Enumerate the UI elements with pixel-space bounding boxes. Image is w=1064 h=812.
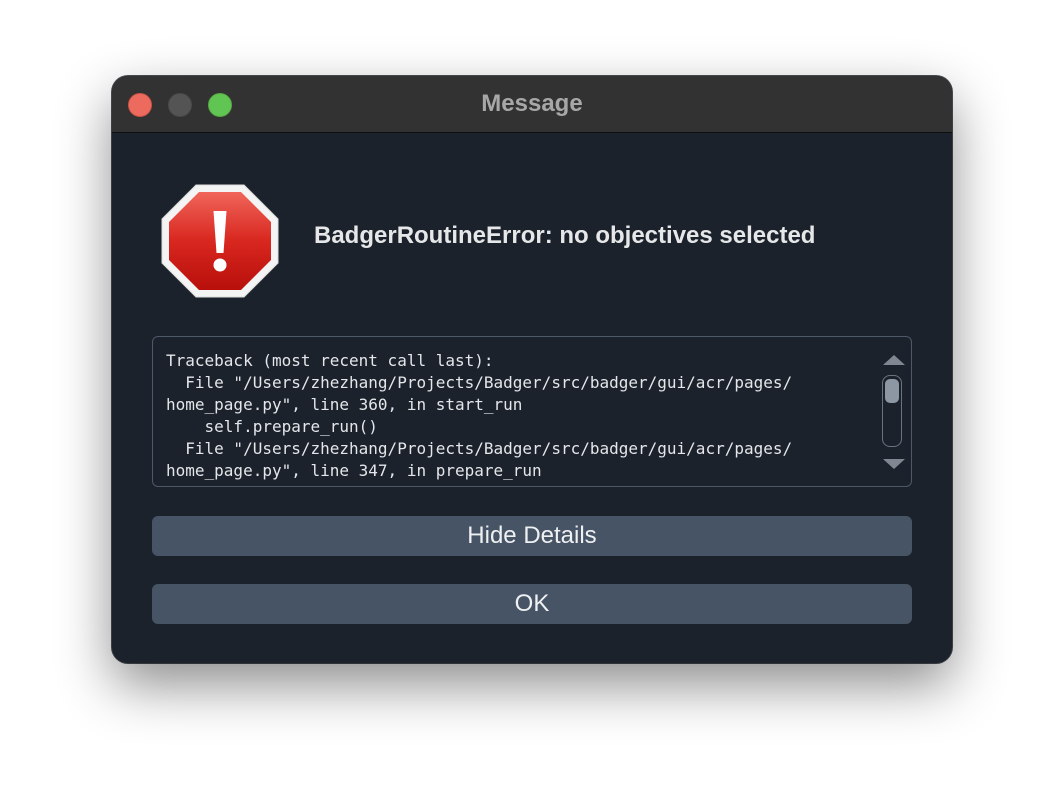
message-dialog: Message BadgerRoutineError: no objective… xyxy=(112,76,952,663)
scroll-thumb[interactable] xyxy=(885,379,899,403)
error-stop-icon xyxy=(160,183,280,299)
traceback-text[interactable]: Traceback (most recent call last): File … xyxy=(166,350,876,482)
arrow-up-icon[interactable] xyxy=(883,355,905,365)
hide-details-button[interactable]: Hide Details xyxy=(152,516,912,556)
arrow-down-icon[interactable] xyxy=(883,459,905,469)
scrollbar[interactable] xyxy=(881,351,905,473)
details-text-area[interactable]: Traceback (most recent call last): File … xyxy=(152,336,912,487)
error-message: BadgerRoutineError: no objectives select… xyxy=(314,222,816,249)
title-bar[interactable]: Message xyxy=(112,76,952,133)
window-title: Message xyxy=(481,90,583,117)
scroll-track[interactable] xyxy=(882,375,902,447)
ok-button[interactable]: OK xyxy=(152,584,912,624)
